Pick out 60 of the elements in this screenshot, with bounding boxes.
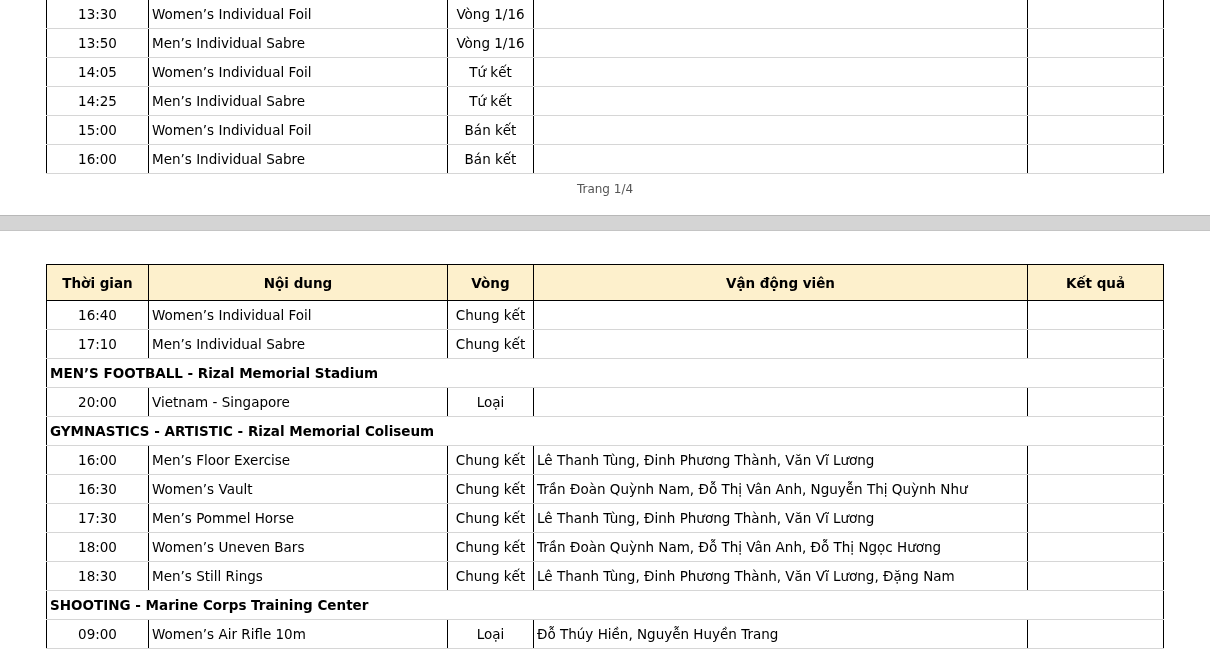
table-cell: Men’s Individual Sabre	[148, 28, 448, 58]
table-cell: Vòng 1/16	[447, 28, 534, 58]
table-cell: Men’s Floor Exercise	[148, 445, 448, 475]
table-cell: 18:00	[46, 532, 149, 562]
table-cell: Vietnam - Singapore	[148, 387, 448, 417]
column-header: Vận động viên	[533, 264, 1028, 301]
table-cell: Trần Đoàn Quỳnh Nam, Đỗ Thị Vân Anh, Nguyễn Thị Quỳnh Như	[533, 474, 1028, 504]
table-cell: Bán kết	[447, 115, 534, 145]
table-cell: 13:50	[46, 28, 149, 58]
table-cell: Men’s Still Rings	[148, 561, 448, 591]
table-cell: Lê Thanh Tùng, Đinh Phương Thành, Văn Vĩ Lương	[533, 445, 1028, 475]
table-cell: Women’s Uneven Bars	[148, 532, 448, 562]
table-cell: Lê Thanh Tùng, Đinh Phương Thành, Văn Vĩ Lương, Đặng Nam	[533, 561, 1028, 591]
section-heading: SHOOTING - Marine Corps Training Center	[46, 590, 1164, 620]
table-cell: 16:30	[46, 474, 149, 504]
section-heading: MEN’S FOOTBALL - Rizal Memorial Stadium	[46, 358, 1164, 388]
table-cell: 18:30	[46, 561, 149, 591]
table-cell: Loại	[447, 387, 534, 417]
column-header: Vòng	[447, 264, 534, 301]
table-cell: Đỗ Thúy Hiền, Nguyễn Huyền Trang	[533, 619, 1028, 649]
table-cell: 20:00	[46, 387, 149, 417]
table-cell: Men’s Individual Sabre	[148, 144, 448, 174]
column-header: Nội dung	[148, 264, 448, 301]
table-cell: Chung kết	[447, 329, 534, 359]
table-cell: Chung kết	[447, 445, 534, 475]
table-cell: Chung kết	[447, 561, 534, 591]
table-cell: Men’s Individual Sabre	[148, 329, 448, 359]
table-cell: Men’s Individual Sabre	[148, 86, 448, 116]
table-cell: Women’s Air Rifle 10m	[148, 619, 448, 649]
table-cell: 15:00	[46, 115, 149, 145]
table-cell: Chung kết	[447, 300, 534, 330]
table-cell: 17:30	[46, 503, 149, 533]
column-header: Thời gian	[46, 264, 149, 301]
table-cell: 14:05	[46, 57, 149, 87]
table-cell: Women’s Individual Foil	[148, 300, 448, 330]
table-cell: 16:00	[46, 144, 149, 174]
table-cell: Women’s Vault	[148, 474, 448, 504]
page-number: Trang 1/4	[575, 182, 635, 196]
table-cell: Chung kết	[447, 503, 534, 533]
table-cell: Trần Đoàn Quỳnh Nam, Đỗ Thị Vân Anh, Đỗ Thị Ngọc Hương	[533, 532, 1028, 562]
table-cell: Tứ kết	[447, 57, 534, 87]
table-cell: Bán kết	[447, 144, 534, 174]
table-cell: Loại	[447, 619, 534, 649]
column-header: Kết quả	[1027, 264, 1164, 301]
table-cell: 16:00	[46, 445, 149, 475]
table-cell: Women’s Individual Foil	[148, 115, 448, 145]
table-cell: Women’s Individual Foil	[148, 57, 448, 87]
table-cell: 13:30	[46, 0, 149, 29]
table-cell: Chung kết	[447, 532, 534, 562]
table-cell: Lê Thanh Tùng, Đinh Phương Thành, Văn Vĩ Lương	[533, 503, 1028, 533]
table-cell: 14:25	[46, 86, 149, 116]
table-cell: 16:40	[46, 300, 149, 330]
table-cell: 09:00	[46, 619, 149, 649]
table-cell: Tứ kết	[447, 86, 534, 116]
table-cell: Men’s Pommel Horse	[148, 503, 448, 533]
section-heading: GYMNASTICS - ARTISTIC - Rizal Memorial Coliseum	[46, 416, 1164, 446]
table-cell: Vòng 1/16	[447, 0, 534, 29]
table-cell: 17:10	[46, 329, 149, 359]
table-cell: Chung kết	[447, 474, 534, 504]
table-cell: Women’s Individual Foil	[148, 0, 448, 29]
